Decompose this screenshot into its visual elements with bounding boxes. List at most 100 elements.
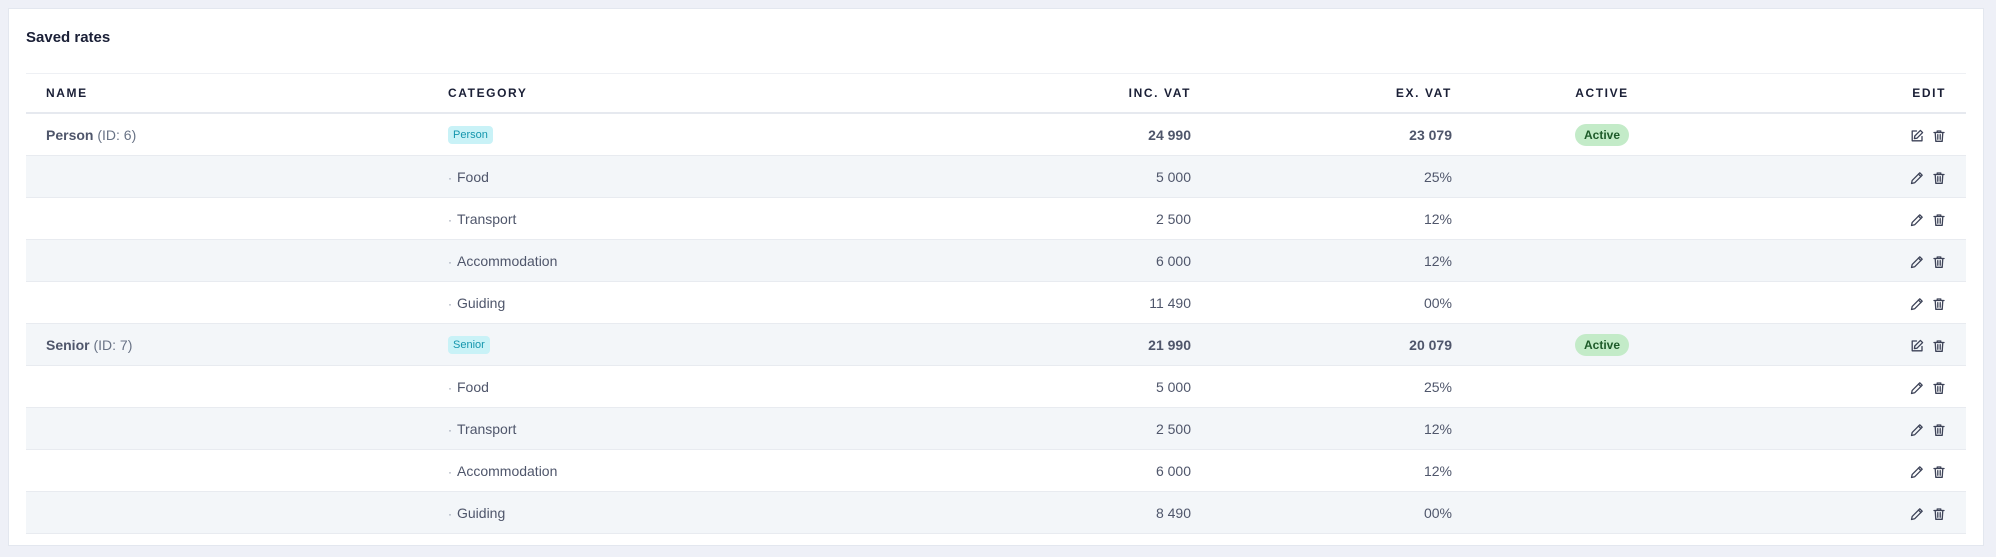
trash-icon[interactable] [1932, 423, 1946, 437]
header-category: CATEGORY [428, 73, 896, 114]
pencil-icon[interactable] [1910, 297, 1924, 311]
item-vat-cell: 00% [1205, 491, 1466, 534]
item-vat-cell: 12% [1205, 407, 1466, 450]
empty-active-cell [1466, 197, 1734, 240]
empty-active-cell [1466, 155, 1734, 198]
pencil-icon[interactable] [1910, 213, 1924, 227]
header-name: NAME [26, 73, 428, 114]
item-vat-rate: 12% [1423, 462, 1452, 479]
inc-vat-cell: 21 990 [896, 323, 1205, 366]
pencil-icon[interactable] [1910, 465, 1924, 479]
rates-table: NAME CATEGORY INC. VAT EX. VAT ACTIVE ED… [26, 73, 1966, 534]
bullet-icon: · [448, 212, 452, 227]
table-body: Person (ID: 6) Person 24 990 23 079 Active ·… [26, 113, 1966, 534]
item-label: Guiding [457, 294, 506, 311]
item-inc-vat: 2 500 [1155, 210, 1191, 227]
item-inc-vat-cell: 6 000 [896, 449, 1205, 492]
pencil-icon[interactable] [1910, 171, 1924, 185]
item-inc-vat: 5 000 [1155, 378, 1191, 395]
empty-name-cell [26, 491, 428, 534]
rate-group-row: Person (ID: 6) Person 24 990 23 079 Active [26, 113, 1966, 156]
rate-item-row: · Accommodation 6 000 12% [26, 239, 1966, 282]
item-label: Food [457, 378, 489, 395]
item-label-cell: · Transport [428, 407, 896, 450]
trash-icon[interactable] [1932, 339, 1946, 353]
item-vat-cell: 00% [1205, 281, 1466, 324]
empty-name-cell [26, 281, 428, 324]
empty-active-cell [1466, 491, 1734, 534]
item-vat-rate: 12% [1423, 210, 1452, 227]
trash-icon[interactable] [1932, 507, 1946, 521]
bullet-icon: · [448, 506, 452, 521]
rate-id: (ID: 7) [93, 336, 133, 353]
trash-icon[interactable] [1932, 129, 1946, 143]
edit-square-icon[interactable] [1910, 129, 1924, 143]
trash-icon[interactable] [1932, 381, 1946, 395]
card-title: Saved rates [26, 29, 111, 46]
trash-icon[interactable] [1932, 255, 1946, 269]
item-label-cell: · Accommodation [428, 239, 896, 282]
item-inc-vat: 2 500 [1155, 420, 1191, 437]
ex-vat-cell: 20 079 [1205, 323, 1466, 366]
item-inc-vat-cell: 5 000 [896, 365, 1205, 408]
empty-name-cell [26, 407, 428, 450]
empty-name-cell [26, 197, 428, 240]
item-label: Food [457, 168, 489, 185]
pencil-icon[interactable] [1910, 255, 1924, 269]
header-inc-vat: INC. VAT [896, 73, 1205, 114]
empty-active-cell [1466, 449, 1734, 492]
empty-active-cell [1466, 407, 1734, 450]
rate-item-row: · Accommodation 6 000 12% [26, 449, 1966, 492]
item-label-cell: · Transport [428, 197, 896, 240]
edit-square-icon[interactable] [1910, 339, 1924, 353]
item-label-cell: · Guiding [428, 491, 896, 534]
item-edit-cell [1734, 197, 1966, 240]
item-label: Guiding [457, 504, 506, 521]
bullet-icon: · [448, 254, 452, 269]
empty-active-cell [1466, 365, 1734, 408]
item-inc-vat: 11 490 [1149, 294, 1191, 311]
ex-vat-value: 23 079 [1409, 126, 1452, 143]
rate-name: Person [46, 126, 94, 143]
item-label-cell: · Accommodation [428, 449, 896, 492]
item-label-cell: · Food [428, 365, 896, 408]
active-cell: Active [1466, 323, 1734, 366]
active-cell: Active [1466, 113, 1734, 156]
rate-item-row: · Guiding 11 490 00% [26, 281, 1966, 324]
rate-name: Senior [46, 336, 90, 353]
trash-icon[interactable] [1932, 213, 1946, 227]
inc-vat-value: 24 990 [1148, 126, 1191, 143]
trash-icon[interactable] [1932, 297, 1946, 311]
item-vat-rate: 25% [1423, 378, 1452, 395]
item-inc-vat-cell: 6 000 [896, 239, 1205, 282]
item-vat-rate: 00% [1423, 294, 1452, 311]
item-inc-vat: 6 000 [1155, 462, 1191, 479]
item-edit-cell [1734, 239, 1966, 282]
item-inc-vat-cell: 8 490 [896, 491, 1205, 534]
pencil-icon[interactable] [1910, 381, 1924, 395]
pencil-icon[interactable] [1910, 507, 1924, 521]
pencil-icon[interactable] [1910, 423, 1924, 437]
bullet-icon: · [448, 464, 452, 479]
item-vat-cell: 12% [1205, 239, 1466, 282]
empty-name-cell [26, 239, 428, 282]
rate-name-cell: Senior (ID: 7) [26, 323, 428, 366]
item-inc-vat: 5 000 [1155, 168, 1191, 185]
trash-icon[interactable] [1932, 171, 1946, 185]
trash-icon[interactable] [1932, 465, 1946, 479]
item-vat-rate: 12% [1423, 420, 1452, 437]
item-edit-cell [1734, 281, 1966, 324]
bullet-icon: · [448, 170, 452, 185]
rate-id: (ID: 6) [97, 126, 137, 143]
inc-vat-value: 21 990 [1148, 336, 1191, 353]
empty-name-cell [26, 449, 428, 492]
item-label-cell: · Food [428, 155, 896, 198]
item-inc-vat-cell: 2 500 [896, 407, 1205, 450]
ex-vat-cell: 23 079 [1205, 113, 1466, 156]
rate-item-row: · Transport 2 500 12% [26, 197, 1966, 240]
item-label: Accommodation [457, 462, 558, 479]
empty-name-cell [26, 155, 428, 198]
category-cell: Senior [428, 323, 896, 366]
category-tag: Person [448, 126, 493, 144]
rate-item-row: · Food 5 000 25% [26, 155, 1966, 198]
